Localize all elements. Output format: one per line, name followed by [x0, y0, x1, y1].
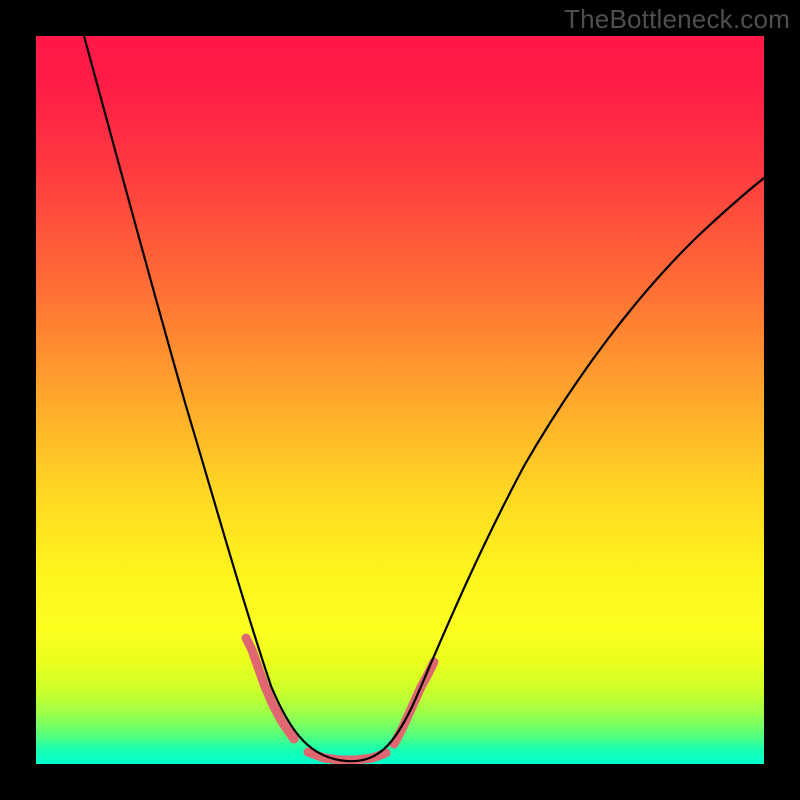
- bottleneck-curve: [84, 36, 764, 761]
- watermark: TheBottleneck.com: [564, 4, 790, 35]
- plot-area: [36, 36, 764, 764]
- chart-frame: TheBottleneck.com: [0, 0, 800, 800]
- highlight-left: [246, 638, 294, 739]
- curve-layer: [36, 36, 764, 764]
